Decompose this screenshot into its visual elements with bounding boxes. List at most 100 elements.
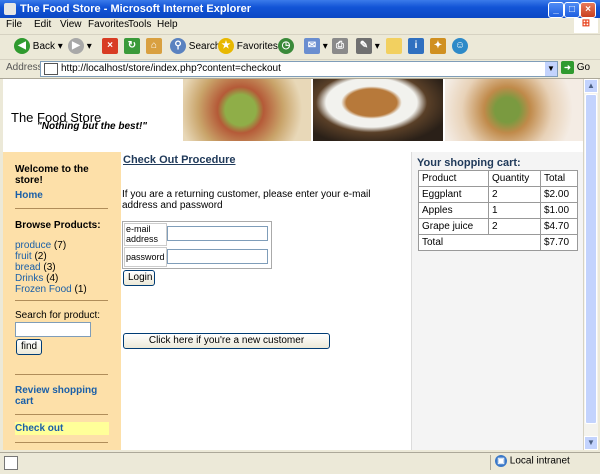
menu-view[interactable]: View xyxy=(60,19,82,30)
mail-icon: ✉ xyxy=(304,38,320,55)
messenger-button[interactable]: ☺ xyxy=(452,38,468,56)
menu-edit[interactable]: Edit xyxy=(34,19,51,30)
cart-quantity: 2 xyxy=(488,218,541,235)
cart-product: Apples xyxy=(418,202,489,219)
menu-tools[interactable]: Tools xyxy=(128,19,151,30)
divider xyxy=(15,208,108,209)
go-button[interactable]: ➜ Go xyxy=(561,61,590,74)
find-button[interactable]: find xyxy=(16,339,43,355)
category-drinks[interactable]: Drinks (4) xyxy=(15,273,58,284)
print-icon: ⎙ xyxy=(332,38,348,55)
windows-logo-icon: ⊞ xyxy=(574,18,598,33)
cart-table: Product Quantity Total Eggplant 2 $2.00 … xyxy=(418,170,578,251)
stop-icon: × xyxy=(102,38,118,55)
favorites-button[interactable]: ★ Favorites xyxy=(218,38,278,56)
history-icon: ◷ xyxy=(278,38,294,55)
address-input[interactable]: http://localhost/store/index.php?content… xyxy=(40,61,558,77)
divider xyxy=(15,442,108,443)
toolbar: ◀ Back ▾ ▶ ▾ × ↻ ⌂ ⚲ Search ★ Favorites … xyxy=(0,35,600,60)
search-icon: ⚲ xyxy=(170,38,186,55)
ie-page-icon xyxy=(4,456,18,470)
favorites-star-icon: ★ xyxy=(218,38,234,55)
tools-icon: ✦ xyxy=(430,38,446,55)
sidebar: Welcome to the store! Home Browse Produc… xyxy=(3,152,121,450)
address-label: Address xyxy=(6,62,43,73)
cart-line-total: $4.70 xyxy=(540,218,578,235)
category-fruit[interactable]: fruit (2) xyxy=(15,251,47,262)
research-button[interactable]: i xyxy=(408,38,424,56)
cart-header-quantity: Quantity xyxy=(488,170,541,187)
history-button[interactable]: ◷ xyxy=(278,38,294,56)
cart-row: Grape juice 2 $4.70 xyxy=(418,218,578,235)
checkout-link[interactable]: Check out xyxy=(15,423,63,434)
home-link[interactable]: Home xyxy=(15,190,43,201)
cart-total-value: $7.70 xyxy=(540,234,578,251)
browse-heading: Browse Products: xyxy=(15,220,101,231)
cart-title: Your shopping cart: xyxy=(417,157,521,169)
category-produce[interactable]: produce (7) xyxy=(15,240,66,251)
edit-button[interactable]: ✎ ▾ xyxy=(356,38,380,56)
page-viewport: The Food Store "Nothing but the best!" W… xyxy=(3,79,583,450)
menu-bar: File Edit View Favorites Tools Help ⊞ xyxy=(0,18,600,35)
discuss-button[interactable] xyxy=(386,38,402,56)
cart-row: Apples 1 $1.00 xyxy=(418,202,578,219)
food-photo-soup xyxy=(313,79,443,141)
scroll-down-chevron-icon[interactable]: ▼ xyxy=(584,436,598,450)
mail-button[interactable]: ✉ ▾ xyxy=(304,38,328,56)
print-button[interactable]: ⎙ xyxy=(332,38,348,56)
product-search-input[interactable] xyxy=(15,322,91,337)
returning-customer-instructions: If you are a returning customer, please … xyxy=(122,189,371,211)
address-dropdown-chevron-icon[interactable]: ▼ xyxy=(545,62,557,76)
login-form: e-mail address password xyxy=(122,221,272,269)
menu-file[interactable]: File xyxy=(6,19,22,30)
search-button[interactable]: ⚲ Search xyxy=(170,38,220,56)
close-button[interactable]: × xyxy=(580,2,596,18)
home-icon: ⌂ xyxy=(146,38,162,55)
zone-indicator: ▣ Local intranet xyxy=(490,455,591,470)
ie-page-icon xyxy=(44,63,58,75)
cart-row: Eggplant 2 $2.00 xyxy=(418,186,578,203)
category-frozen-food[interactable]: Frozen Food (1) xyxy=(15,284,87,295)
cart-total-row: Total $7.70 xyxy=(418,234,578,251)
cart-header-product: Product xyxy=(418,170,489,187)
cart-product: Grape juice xyxy=(418,218,489,235)
welcome-heading: Welcome to the store! xyxy=(15,164,89,186)
scroll-up-chevron-icon[interactable]: ▲ xyxy=(584,79,598,93)
cart-header-row: Product Quantity Total xyxy=(418,170,578,187)
stop-button[interactable]: × xyxy=(102,38,118,56)
back-arrow-icon: ◀ xyxy=(14,38,30,55)
cart-header-total: Total xyxy=(540,170,578,187)
store-slogan: "Nothing but the best!" xyxy=(37,121,148,132)
review-cart-link[interactable]: Review shopping cart xyxy=(15,385,111,407)
maximize-button[interactable]: □ xyxy=(564,2,580,18)
email-field[interactable] xyxy=(167,226,268,241)
messenger-icon: ☺ xyxy=(452,38,468,55)
search-label: Search for product: xyxy=(15,310,101,321)
ie-page-icon xyxy=(4,3,16,15)
menu-favorites[interactable]: Favorites xyxy=(88,19,129,30)
back-button[interactable]: ◀ Back ▾ xyxy=(14,38,63,56)
forward-arrow-icon: ▶ xyxy=(68,38,84,55)
login-button[interactable]: Login xyxy=(123,270,155,286)
new-customer-button[interactable]: Click here if you're a new customer xyxy=(123,333,330,349)
food-photo-salad xyxy=(183,79,311,141)
shopping-cart-panel: Your shopping cart: Product Quantity Tot… xyxy=(411,152,583,450)
page-title: Check Out Procedure xyxy=(123,154,236,166)
vertical-scrollbar[interactable]: ▲ ▼ xyxy=(583,79,598,450)
research-icon: i xyxy=(408,38,424,55)
category-bread[interactable]: bread (3) xyxy=(15,262,56,273)
window-title: The Food Store - Microsoft Internet Expl… xyxy=(20,3,252,15)
password-label: password xyxy=(124,247,167,267)
password-field[interactable] xyxy=(167,249,268,264)
scroll-thumb[interactable] xyxy=(585,94,597,424)
edit-icon: ✎ xyxy=(356,38,372,55)
intranet-icon: ▣ xyxy=(495,455,507,467)
tools-button[interactable]: ✦ xyxy=(430,38,446,56)
minimize-button[interactable]: _ xyxy=(548,2,564,18)
cart-total-label: Total xyxy=(418,234,541,251)
refresh-button[interactable]: ↻ xyxy=(124,38,140,56)
forward-button[interactable]: ▶ ▾ xyxy=(68,38,92,56)
home-button[interactable]: ⌂ xyxy=(146,38,162,56)
food-photo-dish xyxy=(445,79,583,141)
menu-help[interactable]: Help xyxy=(157,19,178,30)
